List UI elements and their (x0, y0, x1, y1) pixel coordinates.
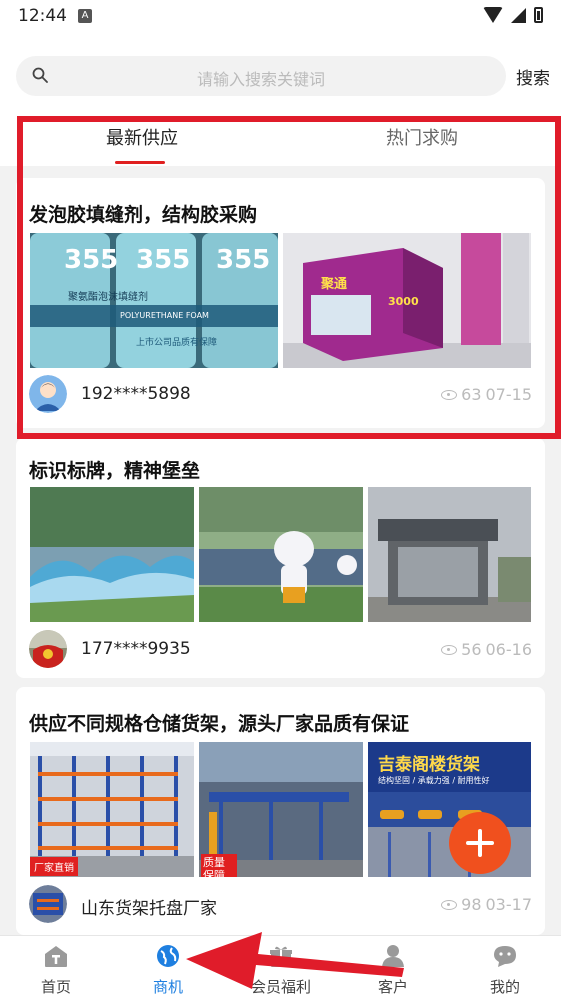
tab-bar: 最新供应 热门求购 (0, 116, 561, 166)
avatar[interactable] (29, 885, 67, 923)
wifi-icon (483, 7, 503, 23)
nav-home[interactable]: 首页 (16, 944, 96, 997)
nav-member-benefits-label: 会员福利 (250, 978, 311, 996)
search-input[interactable]: 请输入搜索关键词 (16, 56, 506, 96)
post-card[interactable]: 标识标牌，精神堡垒 177****9935 56 06-16 (16, 438, 545, 678)
post-photo[interactable]: 厂家直销 (30, 742, 194, 877)
post-photo[interactable] (30, 487, 194, 622)
nav-member-benefits[interactable]: 会员福利 (241, 944, 321, 997)
can-band-text: 聚氨酯泡沫填缝剂 (68, 292, 148, 303)
customer-icon (382, 945, 404, 967)
battery-icon (534, 7, 543, 23)
bottom-nav: 首页 商机 会员福利 客户 我的 (0, 935, 561, 997)
can-number-text: 355 (136, 245, 191, 275)
home-icon (45, 946, 67, 967)
status-time: 12:44 (18, 6, 67, 26)
view-count: 98 (461, 895, 482, 914)
search-button[interactable]: 搜索 (516, 64, 550, 89)
signal-icon (511, 7, 526, 23)
box-brand-text: 聚通 (321, 277, 348, 292)
shelf-banner-text: 吉泰阁楼货架 (378, 755, 480, 775)
shelf-sub-text: 结构坚固 / 承载力强 / 耐用性好 (378, 776, 490, 785)
post-card[interactable]: 供应不同规格仓储货架，源头厂家品质有保证 厂家直销 质量保障 吉泰阁楼货架 结构… (16, 687, 545, 935)
factory-tag: 厂家直销 (30, 857, 78, 876)
post-photo[interactable]: 聚通 3000 (283, 233, 531, 368)
post-photo[interactable] (199, 487, 363, 622)
post-date: 03-17 (485, 895, 533, 914)
nav-customers[interactable]: 客户 (353, 944, 433, 997)
post-user: 山东货架托盘厂家 (81, 899, 217, 919)
post-date: 07-15 (485, 385, 533, 404)
nav-mine[interactable]: 我的 (465, 944, 545, 997)
view-count: 63 (461, 385, 482, 404)
post-date: 06-16 (485, 640, 533, 659)
eye-icon (441, 899, 458, 910)
box-number-text: 3000 (388, 295, 419, 308)
can-note-text: 上市公司品质有保障 (136, 338, 218, 348)
can-number-text: 355 (216, 245, 271, 275)
post-meta: 56 06-16 (441, 640, 532, 659)
search-placeholder: 请输入搜索关键词 (196, 70, 325, 89)
post-title: 标识标牌，精神堡垒 (29, 460, 201, 482)
post-card[interactable]: 发泡胶填缝剂，结构胶采购 355 355 355 聚氨酯泡沫填缝剂 POLYUR… (16, 178, 545, 428)
gift-icon (270, 946, 292, 967)
status-icons (483, 7, 543, 23)
eye-icon (441, 644, 458, 655)
post-user: 192****5898 (81, 384, 191, 404)
notification-icon: A (78, 9, 92, 23)
post-meta: 63 07-15 (441, 385, 532, 404)
view-count: 56 (461, 640, 482, 659)
nav-opportunities[interactable]: 商机 (128, 944, 208, 997)
avatar[interactable] (29, 630, 67, 668)
post-meta: 98 03-17 (441, 895, 532, 914)
post-photo[interactable]: 355 355 355 聚氨酯泡沫填缝剂 POLYURETHANE FOAM 上… (30, 233, 278, 368)
tab-indicator (115, 161, 165, 164)
chat-face-icon (494, 946, 516, 967)
tab-latest-supply[interactable]: 最新供应 (106, 124, 178, 150)
add-post-button[interactable] (449, 812, 511, 874)
post-photo[interactable]: 质量保障 (199, 742, 363, 877)
status-bar: 12:44 A (0, 0, 561, 34)
nav-mine-label: 我的 (489, 978, 520, 996)
nav-customers-label: 客户 (377, 978, 408, 996)
post-title: 发泡胶填缝剂，结构胶采购 (29, 204, 258, 226)
eye-icon (441, 389, 458, 400)
can-en-text: POLYURETHANE FOAM (120, 311, 209, 320)
avatar[interactable] (29, 375, 67, 413)
search-bar: 请输入搜索关键词 搜索 (0, 34, 561, 116)
globe-icon (157, 945, 179, 967)
nav-home-label: 首页 (40, 978, 71, 996)
post-title: 供应不同规格仓储货架，源头厂家品质有保证 (29, 713, 410, 735)
post-user: 177****9935 (81, 639, 191, 659)
tab-hot-demand[interactable]: 热门求购 (386, 124, 458, 150)
quality-tag: 质量保障 (201, 854, 237, 877)
nav-opportunities-label: 商机 (152, 978, 183, 996)
post-photo[interactable] (368, 487, 531, 622)
can-number-text: 355 (64, 245, 119, 275)
